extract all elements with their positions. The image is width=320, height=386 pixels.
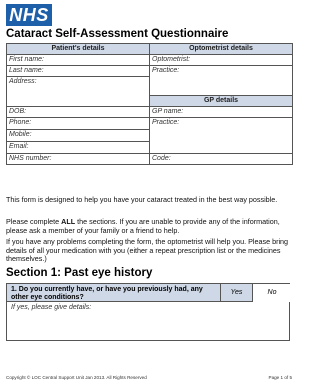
patient-details-header: Patient's details — [6, 43, 150, 55]
page-title: Cataract Self-Assessment Questionnaire — [6, 28, 229, 40]
question-1-box: 1. Do you currently have, or have you pr… — [6, 283, 291, 341]
nhs-number-field[interactable]: NHS number: — [6, 153, 150, 165]
gp-code-field[interactable]: Code: — [149, 153, 293, 165]
phone-field[interactable]: Phone: — [6, 117, 150, 130]
first-name-field[interactable]: First name: — [6, 54, 150, 66]
optometrist-field[interactable]: Optometrist: — [149, 54, 293, 66]
page-number: Page 1 of 5 — [268, 375, 293, 380]
mobile-field[interactable]: Mobile: — [6, 129, 150, 142]
gp-name-field[interactable]: GP name: — [149, 106, 293, 118]
intro-paragraph-1: This form is designed to help you have y… — [6, 195, 278, 204]
nhs-logo: NHS — [6, 4, 52, 26]
details-table: Patient's details Optometrist details Fi… — [6, 43, 293, 165]
email-field[interactable]: Email: — [6, 141, 150, 154]
dob-field[interactable]: DOB: — [6, 106, 150, 118]
no-option[interactable]: No — [252, 284, 291, 302]
optometrist-details-header: Optometrist details — [149, 43, 293, 55]
question-1-header: 1. Do you currently have, or have you pr… — [7, 284, 291, 302]
intro-paragraph-3: If you have any problems completing the … — [6, 237, 289, 264]
details-field[interactable]: If yes, please give details: — [11, 304, 91, 311]
last-name-field[interactable]: Last name: — [6, 65, 150, 77]
address-field[interactable]: Address: — [6, 76, 150, 107]
yes-option[interactable]: Yes — [220, 284, 252, 302]
copyright-text: Copyright © LOC Central Support Unit Jan… — [6, 375, 147, 380]
optometrist-practice-field[interactable]: Practice: — [149, 65, 293, 96]
question-1-text: 1. Do you currently have, or have you pr… — [11, 286, 203, 301]
intro-paragraph-2: Please complete ALL the sections. If you… — [6, 217, 280, 235]
gp-practice-field[interactable]: Practice: — [149, 117, 293, 154]
gp-details-header: GP details — [149, 95, 293, 107]
section-1-title: Section 1: Past eye history — [6, 267, 153, 279]
